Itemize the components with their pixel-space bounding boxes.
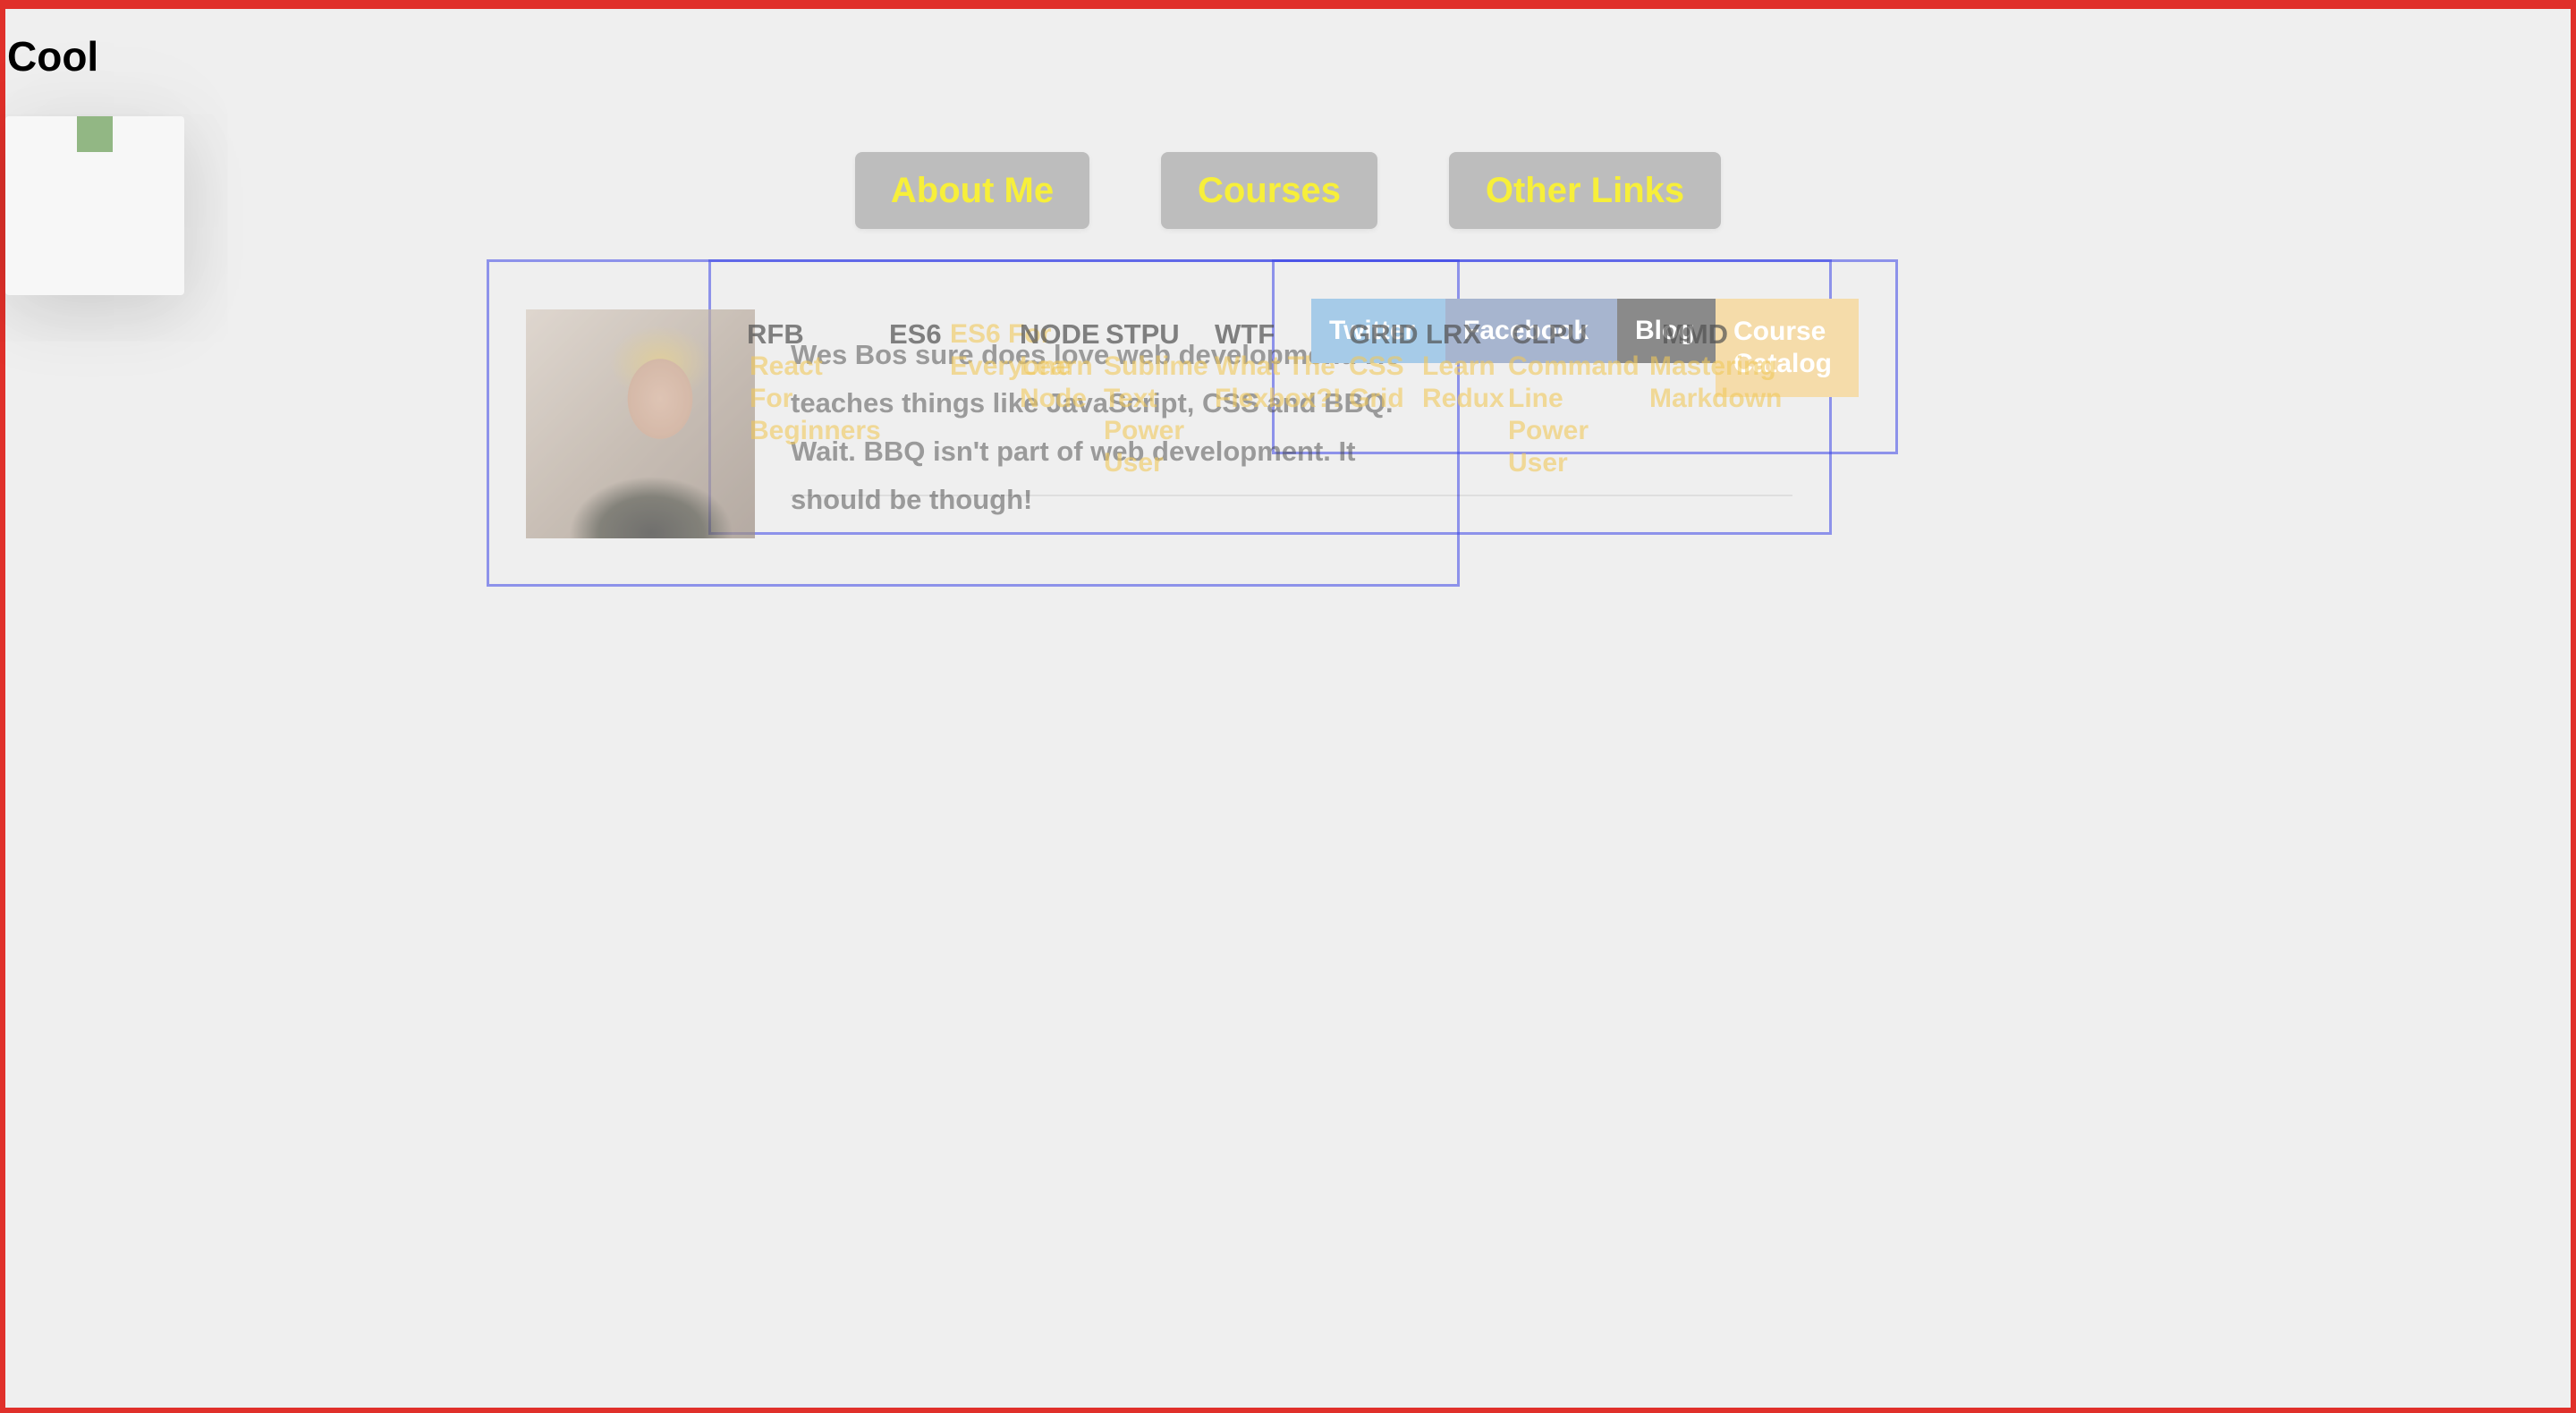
site-title: Cool [7,33,99,80]
menu-card [5,116,184,295]
course-title-stpu[interactable]: Sublime Text Power User [1104,351,1211,479]
course-code-mmd[interactable]: MMD [1662,318,1728,351]
divider [791,495,1792,496]
course-code-es6[interactable]: ES6 [889,318,942,351]
course-title-mmd[interactable]: Mastering Markdown [1649,351,1810,415]
nav-other-links[interactable]: Other Links [1449,152,1721,229]
course-title-clpu[interactable]: Command Line Power User [1508,351,1651,479]
menu-toggle[interactable] [77,116,113,152]
avatar [526,309,755,538]
nav-courses[interactable]: Courses [1161,152,1377,229]
course-title-rfb[interactable]: React For Beginners [750,351,881,447]
course-code-rfb[interactable]: RFB [747,318,804,351]
course-code-clpu[interactable]: CLPU [1512,318,1587,351]
course-title-lrx[interactable]: Learn Redux [1422,351,1508,415]
course-code-node[interactable]: NODE [1020,318,1100,351]
course-code-stpu[interactable]: STPU [1106,318,1180,351]
course-code-lrx[interactable]: LRX [1426,318,1481,351]
course-title-node[interactable]: Learn Node [1020,351,1106,415]
course-code-wtf[interactable]: WTF [1215,318,1275,351]
course-code-grid[interactable]: GRID [1349,318,1419,351]
nav-about-me[interactable]: About Me [855,152,1089,229]
